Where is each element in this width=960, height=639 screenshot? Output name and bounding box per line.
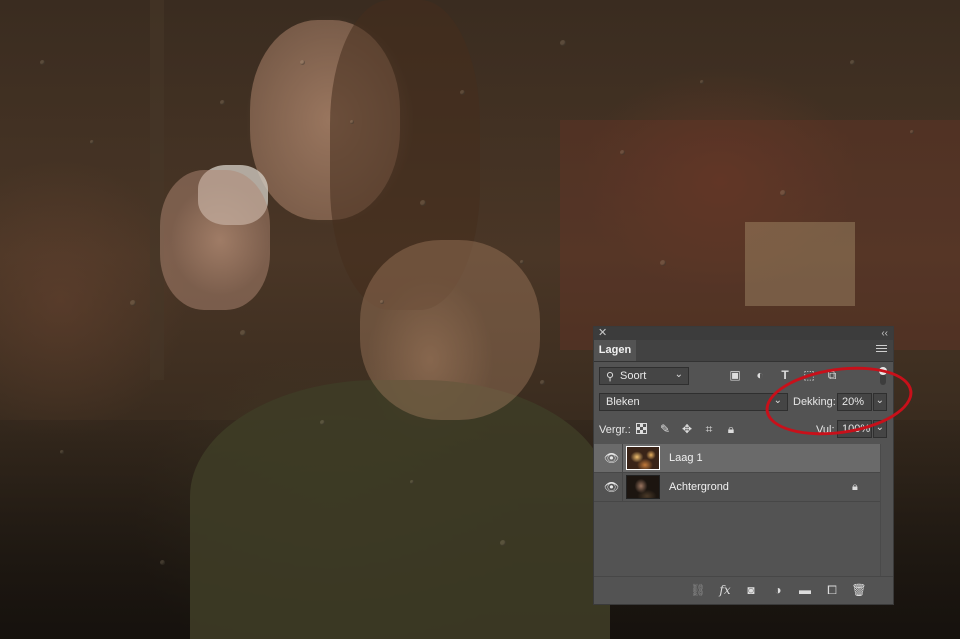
filter-kind-dropdown[interactable]: ⚲ Soort ⌄	[599, 367, 689, 385]
lock-image-pixels-icon[interactable]: ✎	[658, 422, 672, 436]
eye-icon[interactable]: 👁︎	[604, 452, 619, 464]
fx-icon[interactable]: fx	[717, 583, 733, 597]
chevron-down-icon: ⌄	[674, 369, 683, 380]
add-mask-icon[interactable]: ◙	[743, 583, 759, 597]
layer-name[interactable]: Laag 1	[669, 452, 703, 464]
trash-icon[interactable]: 🗑︎	[851, 583, 867, 597]
layer-list-scrollbar[interactable]	[880, 444, 893, 594]
close-icon[interactable]: ✕	[598, 327, 607, 340]
lock-label: Vergr.:	[599, 424, 631, 436]
lock-transparent-pixels-icon[interactable]	[636, 423, 647, 434]
lock-icon[interactable]: 🔒︎	[852, 481, 858, 494]
eye-icon[interactable]: 👁︎	[604, 481, 619, 493]
lock-artboard-icon[interactable]: ⌗	[702, 422, 716, 436]
person-coat	[190, 380, 610, 639]
row-divider	[622, 473, 623, 502]
blend-mode-dropdown[interactable]: Bleken ⌄	[599, 393, 788, 411]
window-frame-left	[150, 0, 164, 380]
tab-layers[interactable]: Lagen	[594, 340, 636, 361]
search-icon: ⚲	[606, 371, 615, 383]
collapse-icon[interactable]: ‹‹	[881, 327, 888, 340]
layer-name[interactable]: Achtergrond	[669, 481, 729, 493]
filter-pixel-layers-icon[interactable]: ▣	[728, 368, 742, 382]
blend-mode-value: Bleken	[606, 396, 640, 408]
link-layers-icon[interactable]: ⛓︎	[690, 583, 706, 597]
row-divider	[622, 444, 623, 473]
layer-list: 👁︎ Laag 1 👁︎ Achtergrond 🔒︎	[594, 444, 880, 594]
filter-type-layers-icon[interactable]: T	[778, 368, 792, 382]
lock-all-icon[interactable]: 🔒︎	[724, 422, 738, 436]
lit-window	[745, 222, 855, 306]
layer-row-laag-1[interactable]: 👁︎ Laag 1	[594, 444, 880, 473]
filter-kind-label: Soort	[620, 370, 647, 382]
lock-position-icon[interactable]: ✥	[680, 422, 694, 436]
neck-shoulder	[360, 240, 540, 420]
panel-menu-icon[interactable]	[876, 345, 887, 355]
panel-titlebar[interactable]: ✕ ‹‹	[594, 327, 893, 340]
panel-footer: ⛓︎ fx ◙ ◑ ▬ ⧠ 🗑︎	[594, 576, 893, 604]
new-layer-icon[interactable]: ⧠	[824, 583, 840, 597]
filter-adjustment-layers-icon[interactable]: ◐	[753, 368, 767, 382]
layer-thumbnail[interactable]	[626, 446, 660, 470]
layer-thumbnail[interactable]	[626, 475, 660, 499]
panel-tab-row: Lagen	[594, 340, 893, 362]
adjustment-layer-icon[interactable]: ◑	[770, 583, 786, 597]
hands	[160, 170, 270, 310]
folder-icon[interactable]: ▬	[797, 583, 813, 597]
layer-row-achtergrond[interactable]: 👁︎ Achtergrond 🔒︎	[594, 473, 880, 502]
